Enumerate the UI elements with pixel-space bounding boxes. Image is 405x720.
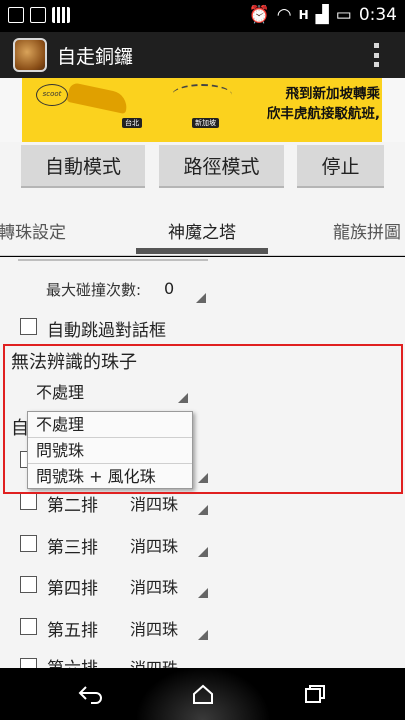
row-spinner[interactable]: 消四珠 xyxy=(124,572,208,600)
auto-skip-dialog-label: 自動跳過對話框 xyxy=(47,321,166,341)
row-checkbox[interactable] xyxy=(20,618,37,635)
row-spinner[interactable]: 消四珠 xyxy=(124,653,208,668)
stop-button[interactable]: 停止 xyxy=(297,145,384,188)
unknown-orbs-value: 不處理 xyxy=(36,383,85,402)
tab-puzzle-and-dragons[interactable]: 龍族拼圖 xyxy=(333,218,401,243)
max-collisions-spinner[interactable]: 0 xyxy=(158,277,206,305)
row-value: 消四珠 xyxy=(130,578,179,597)
plane-icon xyxy=(66,81,130,115)
clock: 0:34 xyxy=(358,5,397,25)
ad-city-from: 台北 xyxy=(122,118,142,128)
dropdown-option[interactable]: 不處理 xyxy=(28,412,192,438)
action-bar: 自走銅鑼 xyxy=(0,32,405,78)
spinner-arrow-icon xyxy=(198,505,208,515)
notification-icons xyxy=(8,7,70,23)
alarm-icon: ⏰ xyxy=(248,5,270,25)
row-checkbox[interactable] xyxy=(20,493,37,510)
spinner-arrow-icon xyxy=(198,547,208,557)
row-spinner[interactable]: 消四珠 xyxy=(124,489,208,517)
row-label: 第四排 xyxy=(47,579,98,599)
row-label: 第二排 xyxy=(47,496,98,516)
code-icon xyxy=(30,7,46,23)
recents-icon[interactable] xyxy=(285,668,345,720)
ad-city-to: 新加坡 xyxy=(192,118,219,128)
ad-text: 飛到新加坡轉乘 欣丰虎航接駁航班, xyxy=(267,84,380,124)
row-checkbox[interactable] xyxy=(20,535,37,552)
row-value: 消四珠 xyxy=(130,537,179,556)
spinner-arrow-icon xyxy=(196,293,206,303)
tab-tower-of-saviors[interactable]: 神魔之塔 xyxy=(168,218,236,243)
ad-line-2: 欣丰虎航接駁航班, xyxy=(266,106,380,122)
tab-orb-settings[interactable]: 轉珠設定 xyxy=(0,218,66,243)
auto-mode-button[interactable]: 自動模式 xyxy=(21,145,145,188)
dropdown-option[interactable]: 問號珠 + 風化珠 xyxy=(28,464,192,490)
row-spinner[interactable]: 消四珠 xyxy=(124,531,208,559)
signal-icon: ▟ xyxy=(315,5,329,25)
route-arrow xyxy=(172,84,232,106)
unknown-orbs-spinner[interactable]: 不處理 xyxy=(30,377,188,405)
wifi-icon: ◠ xyxy=(276,5,292,25)
row-value: 消四珠 xyxy=(130,655,178,668)
spinner-arrow-icon xyxy=(198,630,208,640)
max-collisions-value: 0 xyxy=(164,279,175,298)
ad-line-1: 飛到新加坡轉乘 xyxy=(285,86,381,102)
auto-skip-dialog-checkbox[interactable] xyxy=(20,318,37,335)
row-value: 消四珠 xyxy=(130,620,179,639)
row-checkbox[interactable] xyxy=(20,658,37,668)
spinner-arrow-icon xyxy=(198,473,208,483)
ad-content[interactable]: scoot 台北 新加坡 飛到新加坡轉乘 欣丰虎航接駁航班, xyxy=(22,78,382,142)
usb-icon xyxy=(8,7,24,23)
home-icon[interactable] xyxy=(173,668,233,720)
row-label: 第六排 xyxy=(47,654,98,668)
ad-banner[interactable]: scoot 台北 新加坡 飛到新加坡轉乘 欣丰虎航接駁航班, xyxy=(0,78,405,142)
network-type: H xyxy=(298,8,309,22)
unknown-orbs-dropdown: 不處理 問號珠 問號珠 + 風化珠 xyxy=(27,411,193,489)
spinner-arrow-icon xyxy=(178,393,188,403)
row-label: 第三排 xyxy=(47,538,98,558)
bars-icon xyxy=(52,7,70,23)
back-icon[interactable] xyxy=(60,668,120,720)
unknown-orbs-label: 無法辨識的珠子 xyxy=(11,352,137,373)
path-mode-button[interactable]: 路徑模式 xyxy=(159,145,284,188)
gong-icon[interactable] xyxy=(13,38,47,72)
tab-strip: 轉珠設定 神魔之塔 龍族拼圖 xyxy=(0,194,405,256)
max-collisions-label: 最大碰撞次數: xyxy=(46,281,142,299)
tab-indicator xyxy=(136,248,268,254)
cut-off-row xyxy=(18,257,208,261)
spinner-arrow-icon xyxy=(198,588,208,598)
dropdown-option[interactable]: 問號珠 xyxy=(28,438,192,464)
navigation-bar xyxy=(0,668,405,720)
system-icons: ⏰ ◠ H ▟ ▭ 0:34 xyxy=(249,5,397,25)
row-label: 第五排 xyxy=(47,621,98,641)
row-spinner[interactable]: 消四珠 xyxy=(124,614,208,642)
battery-icon: ▭ xyxy=(335,5,352,25)
scoot-logo: scoot xyxy=(36,84,68,106)
row-checkbox[interactable] xyxy=(20,576,37,593)
overflow-menu-icon[interactable] xyxy=(373,43,379,67)
status-bar: ⏰ ◠ H ▟ ▭ 0:34 xyxy=(0,0,405,32)
mode-buttons: 自動模式 路徑模式 停止 xyxy=(0,142,405,194)
row-value: 消四珠 xyxy=(130,495,179,514)
app-title: 自走銅鑼 xyxy=(57,45,134,68)
